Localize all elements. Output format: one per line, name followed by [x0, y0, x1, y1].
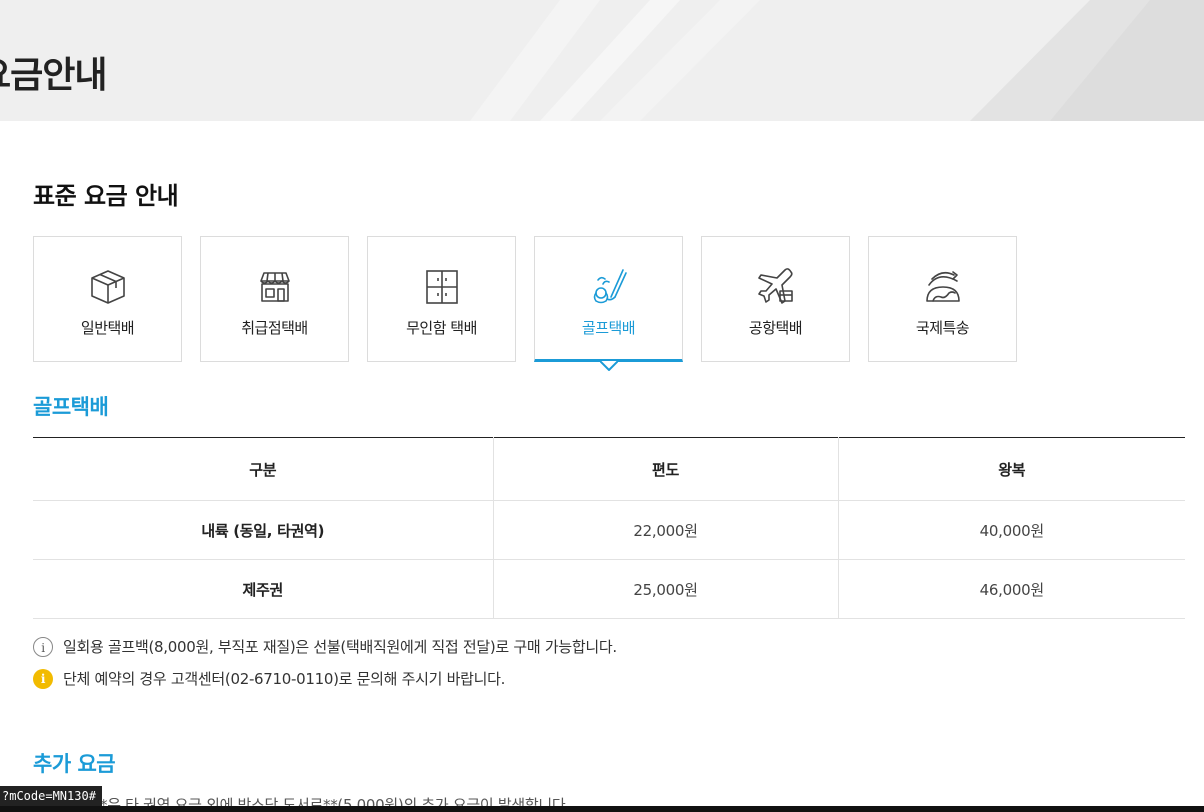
box-icon — [90, 270, 125, 304]
golf-icon — [593, 269, 627, 304]
tab-label: 무인함 택배 — [406, 319, 477, 337]
table-row: 내륙 (동일, 타권역) 22,000원 40,000원 — [33, 500, 1185, 560]
price-cell: 22,000원 — [492, 500, 838, 560]
bottom-edge-bar — [0, 806, 1204, 812]
price-cell: 40,000원 — [837, 500, 1185, 560]
info-icon: i — [33, 668, 53, 689]
table-header-row: 구분 편도 왕복 — [33, 437, 1185, 501]
tab-label: 국제특송 — [915, 319, 970, 337]
tab-label: 취급점택배 — [241, 319, 308, 337]
price-cell: 46,000원 — [837, 559, 1185, 619]
service-tabs: 일반택배 취급점택배 무인함 택배 골프택배 공항택배 국제특송 — [33, 236, 1033, 372]
tab-agency-delivery[interactable]: 취급점택배 — [200, 236, 349, 362]
airplane-icon — [757, 268, 793, 304]
tab-label: 골프택배 — [581, 319, 636, 337]
tab-international-express[interactable]: 국제특송 — [868, 236, 1017, 362]
tab-airport-delivery[interactable]: 공항택배 — [701, 236, 850, 362]
golf-rate-table: 구분 편도 왕복 내륙 (동일, 타권역) 22,000원 40,000원 제주… — [33, 437, 1185, 619]
info-icon: i — [33, 636, 53, 657]
golf-section-title: 골프택배 — [33, 395, 109, 419]
row-label: 제주권 — [33, 559, 493, 619]
table-row: 제주권 25,000원 46,000원 — [33, 559, 1185, 619]
info-note-text: 일회용 골프백(8,000원, 부직포 재질)은 선불(택배직원에게 직접 전달… — [63, 638, 617, 656]
tab-label: 일반택배 — [80, 319, 135, 337]
extra-fee-title: 추가 요금 — [33, 752, 116, 776]
store-icon — [259, 272, 290, 302]
link-status-tooltip: ?mCode=MN130# — [0, 786, 102, 806]
column-header-category: 구분 — [33, 437, 493, 501]
active-tab-caret-icon — [599, 361, 618, 371]
column-header-round-trip: 왕복 — [837, 437, 1185, 501]
locker-icon — [425, 270, 458, 304]
column-header-one-way: 편도 — [492, 437, 838, 501]
tab-locker-delivery[interactable]: 무인함 택배 — [367, 236, 516, 362]
tab-label: 공항택배 — [748, 319, 803, 337]
warning-note-text: 단체 예약의 경우 고객센터(02-6710-0110)로 문의해 주시기 바랍… — [63, 670, 506, 688]
section-title: 표준 요금 안내 — [33, 182, 179, 210]
warning-note: i 단체 예약의 경우 고객센터(02-6710-0110)로 문의해 주시기 바… — [33, 668, 505, 689]
price-cell: 25,000원 — [492, 559, 838, 619]
tab-general-delivery[interactable]: 일반택배 — [33, 236, 182, 362]
tab-golf-delivery[interactable]: 골프택배 — [534, 236, 683, 371]
page-title: 요금안내 — [0, 55, 107, 96]
globe-icon — [925, 271, 960, 302]
hero-decoration — [470, 0, 1204, 121]
row-label: 내륙 (동일, 타권역) — [33, 500, 493, 560]
page-hero-banner: 요금안내 — [0, 0, 1204, 121]
info-note: i 일회용 골프백(8,000원, 부직포 재질)은 선불(택배직원에게 직접 전… — [33, 636, 617, 657]
